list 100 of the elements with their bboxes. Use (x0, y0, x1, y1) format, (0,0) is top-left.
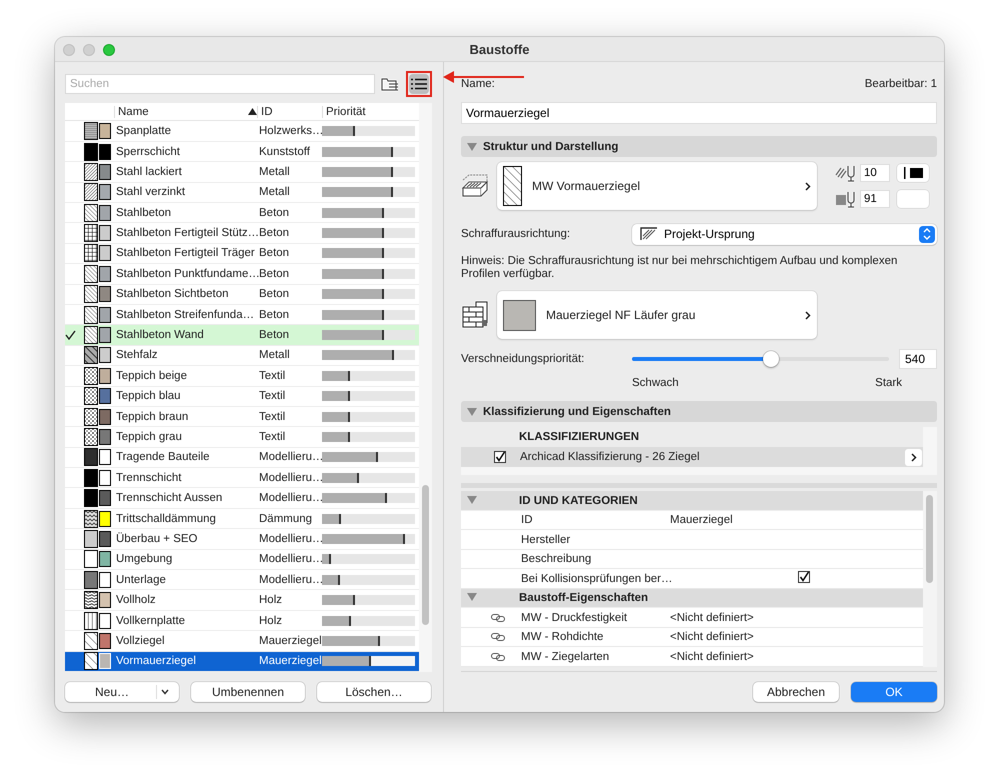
hatch-pattern-icon (84, 612, 98, 630)
disclosure-triangle-icon[interactable] (467, 496, 477, 504)
hatch-pattern-icon (84, 550, 98, 568)
pen-number-field[interactable]: 91 (860, 190, 890, 208)
checkbox[interactable] (494, 451, 506, 464)
hatch-pattern-icon (84, 264, 98, 283)
material-name: Stahlbeton Punktfundame… (115, 268, 257, 280)
group-header[interactable]: Baustoff-Eigenschaften (461, 588, 923, 608)
material-id: Modellieru… (258, 472, 322, 484)
material-row[interactable]: Stahl verzinkt Metall (65, 182, 419, 204)
material-id: Beton (258, 206, 290, 219)
line-weight-icon (904, 167, 906, 180)
material-row[interactable]: Teppich grau Textil (65, 427, 419, 448)
scrollbar-thumb[interactable] (926, 495, 933, 584)
close-button[interactable] (63, 44, 75, 56)
link-icon (491, 652, 505, 661)
scrollbar-thumb[interactable] (422, 485, 429, 626)
pen-number-field[interactable]: 10 (860, 164, 890, 182)
material-id: Beton (258, 329, 290, 342)
hatch-pattern-icon (84, 183, 98, 202)
material-row[interactable]: Stahlbeton Wand Beton (65, 325, 419, 346)
material-name: Unterlage (115, 574, 167, 586)
material-id: Textil (258, 390, 286, 402)
ok-button[interactable]: OK (851, 682, 937, 702)
hatch-pattern-icon (84, 591, 98, 610)
hatch-pattern-icon (84, 346, 98, 364)
material-row[interactable]: Trennschicht Modellieru… (65, 468, 419, 488)
property-name: ID (521, 514, 534, 526)
material-id: Textil (258, 370, 286, 382)
material-row[interactable]: Trittschalldämmung Dämmung (65, 508, 419, 530)
slider-thumb[interactable] (762, 351, 779, 368)
orientation-dropdown[interactable]: Projekt-Ursprung (632, 224, 937, 245)
hatch-origin-icon (640, 227, 658, 242)
chevron-right-icon (805, 182, 811, 191)
minimize-button[interactable] (83, 44, 95, 56)
hatch-pattern-icon (503, 166, 522, 206)
material-id: Mauerziegel (258, 655, 322, 668)
section-header[interactable]: Struktur und Darstellung (461, 136, 937, 158)
material-name: Teppich beige (115, 370, 188, 382)
material-row[interactable]: Umgebung Modellieru… (65, 550, 419, 570)
material-id: Textil (258, 431, 286, 443)
cancel-button[interactable]: Abbrechen (753, 682, 839, 702)
material-row[interactable]: Spanplatte Holzwerks… (65, 121, 419, 142)
hatch-pattern-icon (84, 530, 98, 548)
material-row[interactable]: Sperrschicht Kunststoff (65, 142, 419, 162)
hatch-pattern-icon (84, 204, 98, 222)
material-row[interactable]: Teppich blau Textil (65, 386, 419, 407)
sort-ascending-icon (248, 108, 257, 116)
material-row[interactable]: Vollholz Holz (65, 590, 419, 611)
material-id: Beton (258, 268, 290, 280)
surface-card[interactable]: Mauerziegel NF Läufer grau (497, 291, 817, 340)
priority-slider[interactable] (632, 349, 889, 370)
material-row[interactable]: Stahl lackiert Metall (65, 162, 419, 183)
chevron-button[interactable] (905, 448, 922, 466)
name-field[interactable]: Vormauerziegel (461, 102, 937, 124)
search-field[interactable]: Suchen (65, 74, 375, 94)
material-id: Beton (258, 308, 290, 321)
disclosure-triangle-icon[interactable] (467, 593, 477, 602)
disclosure-triangle-icon[interactable] (467, 408, 477, 416)
material-row[interactable]: Stahlbeton Fertigteil Stütz…Beton (65, 223, 419, 244)
material-row[interactable]: Stahlbeton Fertigteil Träger Beton (65, 244, 419, 264)
building-material-card[interactable]: MW Vormauerziegel (497, 162, 817, 210)
material-row[interactable]: Stahlbeton Punktfundame…Beton (65, 264, 419, 285)
material-row[interactable]: Vollziegel Mauerziegel (65, 631, 419, 652)
material-name: Stahlbeton (115, 206, 172, 219)
material-row[interactable]: Teppich beige Textil (65, 366, 419, 387)
column-header[interactable]: ID (257, 106, 322, 118)
group-header[interactable]: ID UND KATEGORIEN (461, 491, 923, 511)
material-row[interactable]: Vollkernplatte Holz (65, 610, 419, 632)
property-name: Beschreibung (521, 553, 592, 566)
material-row[interactable]: Vormauerziegel Mauerziegel (65, 652, 419, 672)
material-row[interactable]: Stahlbeton Sichtbeton Beton (65, 284, 419, 305)
new-split-button[interactable]: Neu… (65, 682, 179, 702)
material-id: Dämmung (258, 512, 314, 525)
link-icon (491, 614, 505, 622)
priority-value-field[interactable]: 540 (899, 349, 937, 370)
material-row[interactable]: Stahlbeton Beton (65, 203, 419, 224)
action-button[interactable]: Umbenennen (191, 682, 305, 702)
column-header[interactable]: Name (114, 106, 257, 118)
material-row[interactable]: Stehfalz Metall (65, 346, 419, 366)
checkmark-icon (65, 330, 76, 340)
material-name: Vollziegel (115, 634, 166, 647)
material-name: Stahl verzinkt (115, 186, 186, 198)
section-header[interactable]: Klassifizierung und Eigenschaften (461, 401, 937, 422)
background-pen-button[interactable] (897, 190, 929, 208)
column-header[interactable]: Priorität (322, 106, 417, 118)
material-id: Holz (258, 594, 284, 606)
checkbox[interactable] (798, 571, 810, 584)
material-row[interactable]: Trennschicht Aussen Modellieru… (65, 488, 419, 509)
material-row[interactable]: Unterlage Modellieru… (65, 570, 419, 590)
material-row[interactable]: Überbau + SEO Modellieru… (65, 529, 419, 550)
material-row[interactable]: Tragende Bauteile Modellieru… (65, 448, 419, 468)
hatch-pattern-icon (84, 306, 98, 324)
pen-color-button[interactable] (897, 164, 929, 182)
property-name: MW - Druckfestigkeit (521, 612, 628, 624)
zoom-button[interactable] (103, 44, 115, 56)
property-name: Bei Kollisionsprüfungen ber… (521, 572, 670, 585)
action-button[interactable]: Löschen… (317, 682, 431, 702)
disclosure-triangle-icon[interactable] (467, 142, 477, 151)
material-row[interactable]: Teppich braun Textil (65, 406, 419, 428)
